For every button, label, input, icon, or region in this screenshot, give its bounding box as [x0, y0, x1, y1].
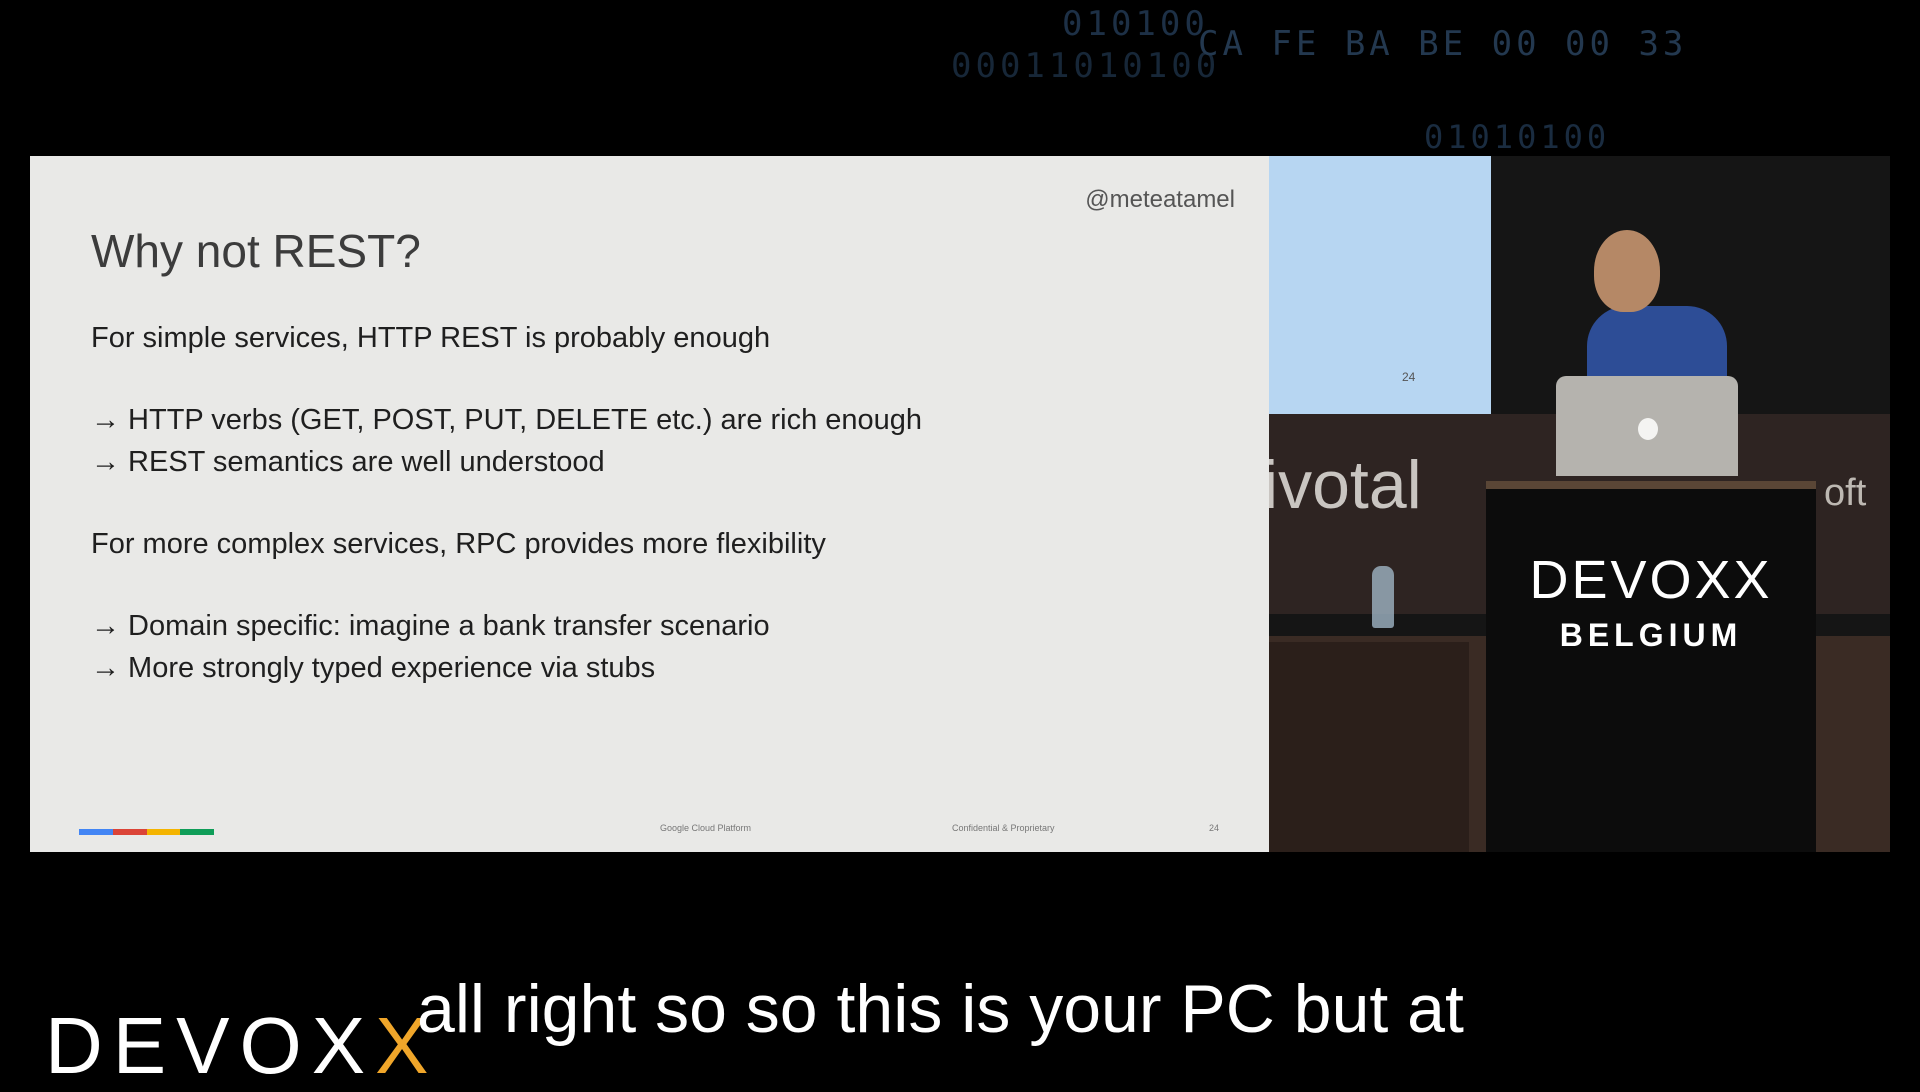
- devoxx-watermark-logo: DEVOXX: [45, 1000, 438, 1092]
- background-hex-line: CA FE BA BE 00 00 33: [1198, 24, 1688, 64]
- slide-footer-confidential: Confidential & Proprietary: [952, 823, 1055, 833]
- podium-devoxx-logo: DEVOXX: [1529, 550, 1773, 610]
- background-code-line: 01010100: [1424, 118, 1611, 156]
- slide-paragraph: For simple services, HTTP REST is probab…: [91, 322, 771, 354]
- speaker-handle: @meteatamel: [1085, 186, 1235, 213]
- slide-footer-page-number: 24: [1209, 823, 1220, 833]
- video-subtitle: all right so so this is your PC but at: [417, 971, 1464, 1047]
- slide-paragraph: For more complex services, RPC provides …: [91, 528, 826, 560]
- slide-bullet: → REST semantics are well understood: [91, 446, 605, 478]
- sponsor-banner-text: ivotal: [1269, 447, 1422, 523]
- background-code-line: 00011010100: [951, 46, 1221, 86]
- podium-location: BELGIUM: [1559, 617, 1743, 653]
- watermark-main-text: DEVOX: [45, 1001, 376, 1090]
- speaker-head: [1594, 230, 1660, 312]
- screen-page-number: 24: [1402, 370, 1416, 384]
- slide-bullet: → HTTP verbs (GET, POST, PUT, DELETE etc…: [91, 404, 923, 436]
- podium: DEVOXX BELGIUM: [1486, 481, 1816, 852]
- google-color-bar: [79, 829, 214, 835]
- projection-screen: 24: [1269, 156, 1491, 414]
- speaker-video: 24 ivotal oft DEVOXX BELGIUM: [1269, 156, 1890, 852]
- slide-footer-platform: Google Cloud Platform: [660, 823, 752, 833]
- slide-bullet: → More strongly typed experience via stu…: [91, 652, 656, 684]
- slide-body: For simple services, HTTP REST is probab…: [91, 317, 922, 689]
- apple-logo-icon: [1638, 418, 1658, 440]
- background-code-line: 010100: [1062, 4, 1209, 44]
- slide-title: Why not REST?: [91, 225, 421, 277]
- slide-bullet: → Domain specific: imagine a bank transf…: [91, 610, 770, 642]
- sponsor-banner-text-right: oft: [1824, 472, 1867, 514]
- stage-table: [1269, 642, 1469, 852]
- water-bottle: [1372, 566, 1394, 628]
- presentation-slide: @meteatamel Why not REST? For simple ser…: [30, 156, 1269, 852]
